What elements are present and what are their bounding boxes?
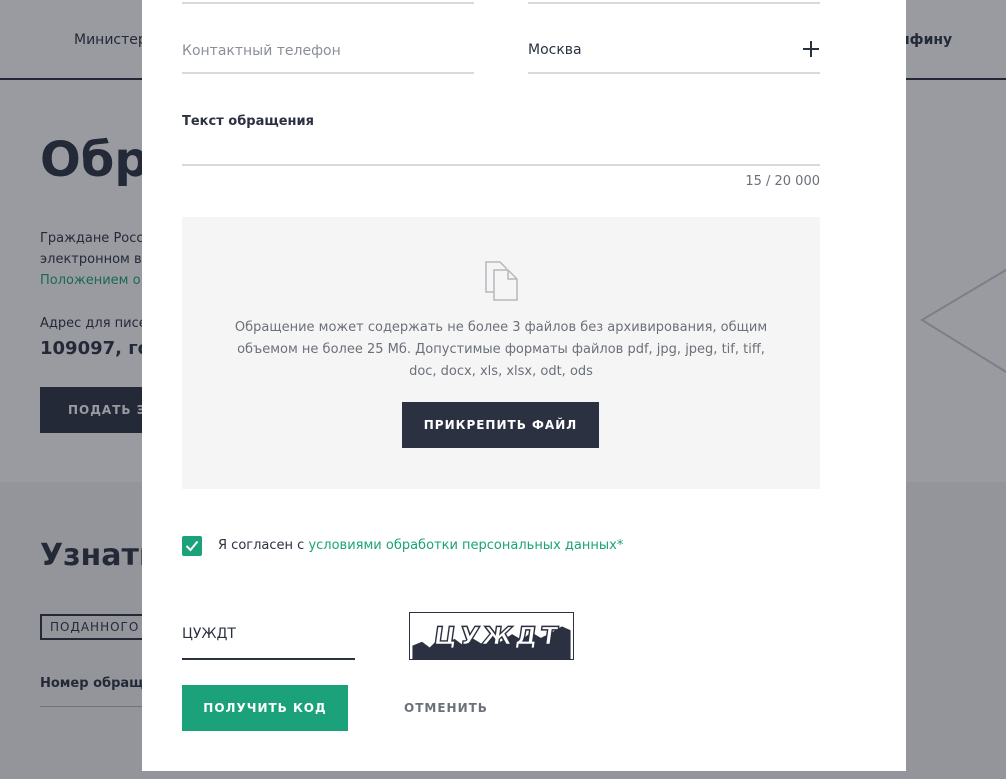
upload-description: Обращение может содержать не более 3 фай… xyxy=(234,320,768,379)
message-label: Текст обращения xyxy=(182,114,314,129)
attach-file-button[interactable]: ПРИКРЕПИТЬ ФАЙЛ xyxy=(402,402,599,448)
phone-input[interactable] xyxy=(182,41,474,61)
phone-field[interactable] xyxy=(182,40,474,74)
plus-icon[interactable] xyxy=(802,40,820,58)
field-top-right-underline[interactable] xyxy=(528,0,820,4)
privacy-terms-link[interactable]: условиями обработки персональных данных* xyxy=(308,538,623,553)
checkmark-icon xyxy=(185,540,199,552)
appeal-modal: Москва Текст обращения 15 / 20 000 Обращ… xyxy=(142,0,906,771)
city-value: Москва xyxy=(528,42,582,58)
message-textarea[interactable] xyxy=(182,136,820,166)
character-counter: 15 / 20 000 xyxy=(745,174,820,189)
captcha-field[interactable] xyxy=(182,622,355,660)
document-icon xyxy=(485,261,518,301)
captcha-image: ЦУЖДТ xyxy=(409,612,574,660)
cancel-button[interactable]: ОТМЕНИТЬ xyxy=(404,685,488,731)
consent-checkbox[interactable] xyxy=(182,536,202,556)
city-select[interactable]: Москва xyxy=(528,40,820,74)
captcha-text: ЦУЖДТ xyxy=(432,622,562,651)
consent-label: Я согласен с условиями обработки персона… xyxy=(218,538,623,553)
captcha-input[interactable] xyxy=(182,622,355,646)
get-code-button[interactable]: ПОЛУЧИТЬ КОД xyxy=(182,685,348,731)
file-upload-area[interactable]: Обращение может содержать не более 3 фай… xyxy=(182,217,820,489)
field-top-left-underline[interactable] xyxy=(182,0,474,4)
consent-text: Я согласен с xyxy=(218,538,309,553)
